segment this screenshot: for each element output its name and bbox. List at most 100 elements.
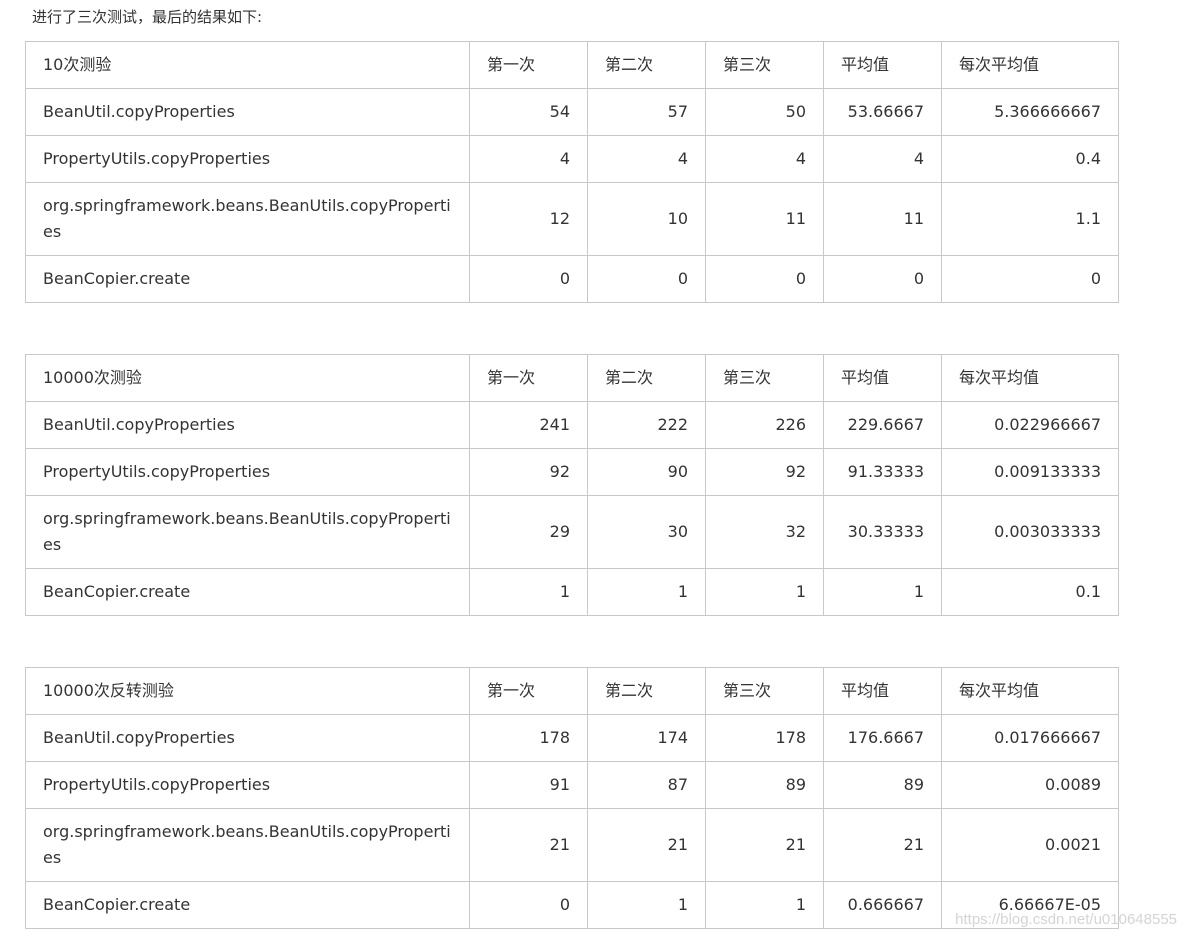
value-cell: 21 [587,808,706,882]
table-row: PropertyUtils.copyProperties 92 90 92 91… [25,448,1119,496]
method-cell: org.springframework.beans.BeanUtils.copy… [25,808,470,882]
table-row: BeanUtil.copyProperties 54 57 50 53.6666… [25,88,1119,136]
value-cell: 4 [587,135,706,183]
value-cell: 30.33333 [823,495,942,569]
value-cell: 1 [469,568,588,616]
header-cell-run-1: 第一次 [469,41,588,89]
method-cell: PropertyUtils.copyProperties [25,761,470,809]
value-cell: 87 [587,761,706,809]
table-header-row: 10000次反转测验 第一次 第二次 第三次 平均值 每次平均值 [25,667,1119,715]
value-cell: 11 [705,182,824,256]
header-cell-run-3: 第三次 [705,354,824,402]
table-row: BeanCopier.create 1 1 1 1 0.1 [25,568,1119,616]
header-cell-test-name: 10000次测验 [25,354,470,402]
value-cell: 53.66667 [823,88,942,136]
value-cell: 92 [705,448,824,496]
header-cell-run-1: 第一次 [469,667,588,715]
header-cell-run-3: 第三次 [705,667,824,715]
header-cell-per-run-average: 每次平均值 [941,667,1119,715]
value-cell: 91 [469,761,588,809]
table-row: BeanCopier.create 0 0 0 0 0 [25,255,1119,303]
header-cell-test-name: 10次测验 [25,41,470,89]
value-cell: 241 [469,401,588,449]
value-cell: 4 [823,135,942,183]
header-cell-run-1: 第一次 [469,354,588,402]
method-cell: BeanUtil.copyProperties [25,401,470,449]
value-cell: 178 [705,714,824,762]
results-table-10: 10次测验 第一次 第二次 第三次 平均值 每次平均值 BeanUtil.cop… [25,41,1119,303]
table-header-row: 10次测验 第一次 第二次 第三次 平均值 每次平均值 [25,41,1119,89]
value-cell: 0 [823,255,942,303]
results-table-10000: 10000次测验 第一次 第二次 第三次 平均值 每次平均值 BeanUtil.… [25,354,1119,616]
value-cell: 0 [587,255,706,303]
header-cell-run-2: 第二次 [587,354,706,402]
header-cell-average: 平均值 [823,41,942,89]
table-row: BeanUtil.copyProperties 241 222 226 229.… [25,401,1119,449]
method-cell: PropertyUtils.copyProperties [25,448,470,496]
value-cell: 174 [587,714,706,762]
value-cell: 0.666667 [823,881,942,929]
value-cell: 0.017666667 [941,714,1119,762]
value-cell: 92 [469,448,588,496]
method-cell: org.springframework.beans.BeanUtils.copy… [25,495,470,569]
value-cell: 1.1 [941,182,1119,256]
value-cell: 0 [469,255,588,303]
method-cell: org.springframework.beans.BeanUtils.copy… [25,182,470,256]
value-cell: 226 [705,401,824,449]
value-cell: 5.366666667 [941,88,1119,136]
value-cell: 11 [823,182,942,256]
value-cell: 176.6667 [823,714,942,762]
method-cell: BeanUtil.copyProperties [25,88,470,136]
value-cell: 0.1 [941,568,1119,616]
table-row: PropertyUtils.copyProperties 4 4 4 4 0.4 [25,135,1119,183]
header-cell-per-run-average: 每次平均值 [941,354,1119,402]
header-cell-average: 平均值 [823,354,942,402]
value-cell: 1 [587,881,706,929]
value-cell: 21 [823,808,942,882]
value-cell: 54 [469,88,588,136]
value-cell: 222 [587,401,706,449]
value-cell: 229.6667 [823,401,942,449]
header-cell-run-3: 第三次 [705,41,824,89]
table-row: PropertyUtils.copyProperties 91 87 89 89… [25,761,1119,809]
value-cell: 1 [587,568,706,616]
table-row: org.springframework.beans.BeanUtils.copy… [25,495,1119,569]
table-row: BeanUtil.copyProperties 178 174 178 176.… [25,714,1119,762]
value-cell: 178 [469,714,588,762]
value-cell: 0 [941,255,1119,303]
value-cell: 4 [469,135,588,183]
value-cell: 12 [469,182,588,256]
value-cell: 0.003033333 [941,495,1119,569]
table-header-row: 10000次测验 第一次 第二次 第三次 平均值 每次平均值 [25,354,1119,402]
method-cell: BeanCopier.create [25,881,470,929]
intro-text: 进行了三次测试，最后的结果如下: [32,8,263,26]
table-row: org.springframework.beans.BeanUtils.copy… [25,808,1119,882]
header-cell-run-2: 第二次 [587,667,706,715]
value-cell: 57 [587,88,706,136]
table-row: org.springframework.beans.BeanUtils.copy… [25,182,1119,256]
value-cell: 91.33333 [823,448,942,496]
value-cell: 50 [705,88,824,136]
method-cell: BeanUtil.copyProperties [25,714,470,762]
value-cell: 21 [705,808,824,882]
value-cell: 89 [823,761,942,809]
header-cell-run-2: 第二次 [587,41,706,89]
value-cell: 0 [469,881,588,929]
value-cell: 10 [587,182,706,256]
value-cell: 21 [469,808,588,882]
value-cell: 0.4 [941,135,1119,183]
value-cell: 32 [705,495,824,569]
value-cell: 0.0089 [941,761,1119,809]
value-cell: 1 [823,568,942,616]
value-cell: 1 [705,568,824,616]
watermark: https://blog.csdn.net/u010648555 [955,911,1177,928]
method-cell: BeanCopier.create [25,255,470,303]
value-cell: 29 [469,495,588,569]
header-cell-per-run-average: 每次平均值 [941,41,1119,89]
method-cell: BeanCopier.create [25,568,470,616]
header-cell-test-name: 10000次反转测验 [25,667,470,715]
value-cell: 0.022966667 [941,401,1119,449]
value-cell: 30 [587,495,706,569]
results-table-10000-reversed: 10000次反转测验 第一次 第二次 第三次 平均值 每次平均值 BeanUti… [25,667,1119,929]
method-cell: PropertyUtils.copyProperties [25,135,470,183]
